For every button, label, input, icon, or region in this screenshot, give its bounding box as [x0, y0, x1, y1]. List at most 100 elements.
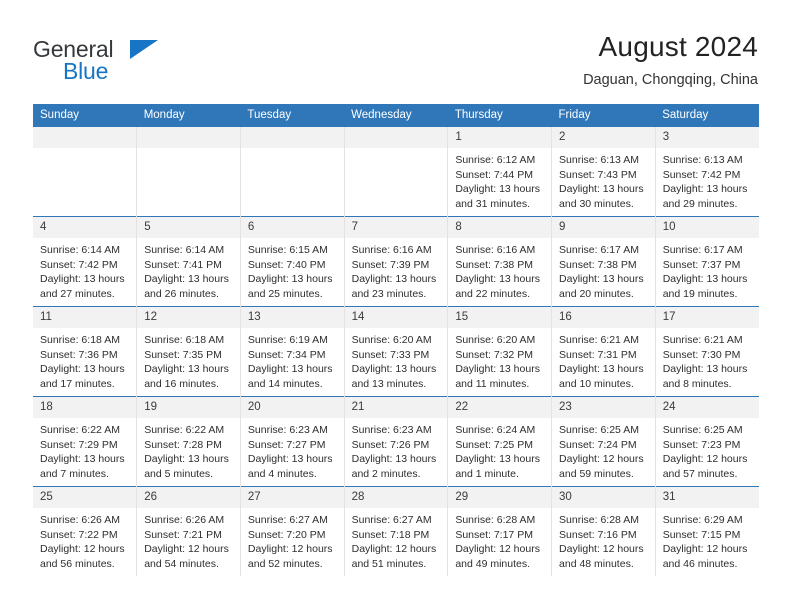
calendar-day-cell[interactable]: 29 Sunrise: 6:28 AM Sunset: 7:17 PM Dayligh…: [447, 486, 553, 576]
calendar-day-cell[interactable]: 20 Sunrise: 6:23 AM Sunset: 7:27 PM Dayligh…: [240, 396, 345, 487]
calendar-day-cell[interactable]: 26 Sunrise: 6:26 AM Sunset: 7:21 PM Dayligh…: [136, 486, 241, 576]
day-number: 26: [137, 487, 240, 508]
daylight-duration-line2: and 4 minutes.: [247, 467, 317, 480]
daylight-duration-line1: Daylight: 13 hours: [662, 273, 748, 286]
day-details: Sunrise: 6:23 AM Sunset: 7:26 PM Daylight:…: [345, 418, 448, 481]
page-header: General Blue August 2024 Daguan, Chongqi…: [0, 0, 792, 100]
daylight-duration-line2: and 16 minutes.: [144, 377, 219, 390]
sunrise-time: Sunrise: 6:20 AM: [351, 334, 432, 346]
calendar-day-cell-empty: [240, 127, 345, 217]
daylight-duration-line2: and 52 minutes.: [247, 557, 323, 570]
day-details: Sunrise: 6:27 AM Sunset: 7:18 PM Daylight:…: [345, 508, 448, 571]
daylight-duration-line1: Daylight: 13 hours: [559, 273, 644, 286]
sunset-time: Sunset: 7:25 PM: [455, 438, 533, 451]
daylight-duration-line2: and 30 minutes.: [559, 197, 634, 210]
calendar-day-cell[interactable]: 15 Sunrise: 6:20 AM Sunset: 7:32 PM Dayligh…: [447, 306, 553, 397]
calendar-day-cell[interactable]: 2 Sunrise: 6:13 AM Sunset: 7:43 PM Daylight…: [551, 127, 656, 217]
calendar-day-cell[interactable]: 12 Sunrise: 6:18 AM Sunset: 7:35 PM Dayligh…: [136, 306, 241, 397]
calendar-day-cell[interactable]: 11 Sunrise: 6:18 AM Sunset: 7:36 PM Dayligh…: [33, 306, 138, 397]
daylight-duration-line1: Daylight: 13 hours: [559, 363, 644, 376]
day-number: 1: [448, 127, 552, 148]
calendar-day-cell[interactable]: 17 Sunrise: 6:21 AM Sunset: 7:30 PM Dayligh…: [655, 306, 759, 397]
daylight-duration-line2: and 7 minutes.: [40, 467, 109, 480]
calendar-day-cell[interactable]: 30 Sunrise: 6:28 AM Sunset: 7:16 PM Dayligh…: [551, 486, 656, 576]
day-details: Sunrise: 6:23 AM Sunset: 7:27 PM Daylight:…: [241, 418, 344, 481]
day-number: 10: [655, 217, 759, 238]
calendar-day-cell[interactable]: 19 Sunrise: 6:22 AM Sunset: 7:28 PM Dayligh…: [136, 396, 241, 487]
calendar-day-cell[interactable]: 9 Sunrise: 6:17 AM Sunset: 7:38 PM Daylight…: [551, 216, 656, 307]
daylight-duration-line2: and 46 minutes.: [662, 557, 738, 570]
daylight-duration-line2: and 26 minutes.: [144, 287, 219, 300]
day-number: 12: [137, 307, 240, 328]
calendar-day-cell[interactable]: 5 Sunrise: 6:14 AM Sunset: 7:41 PM Daylight…: [136, 216, 241, 307]
sunset-time: Sunset: 7:16 PM: [559, 528, 637, 541]
calendar-day-cell[interactable]: 18 Sunrise: 6:22 AM Sunset: 7:29 PM Dayligh…: [33, 396, 138, 487]
day-number: 24: [655, 397, 759, 418]
daylight-duration-line2: and 5 minutes.: [144, 467, 214, 480]
daylight-duration-line1: Daylight: 13 hours: [351, 273, 437, 286]
sunset-time: Sunset: 7:18 PM: [351, 528, 430, 541]
day-details: Sunrise: 6:21 AM Sunset: 7:31 PM Daylight:…: [552, 328, 655, 391]
day-number: 28: [344, 487, 448, 508]
calendar-day-cell[interactable]: 3 Sunrise: 6:13 AM Sunset: 7:42 PM Daylight…: [655, 127, 759, 217]
day-number: [33, 127, 137, 148]
calendar-day-cell[interactable]: 25 Sunrise: 6:26 AM Sunset: 7:22 PM Dayligh…: [33, 486, 138, 576]
calendar-day-cell[interactable]: 8 Sunrise: 6:16 AM Sunset: 7:38 PM Daylight…: [447, 216, 553, 307]
daylight-duration-line2: and 48 minutes.: [559, 557, 634, 570]
calendar-day-cell[interactable]: 1 Sunrise: 6:12 AM Sunset: 7:44 PM Daylight…: [447, 127, 553, 217]
sunrise-time: Sunrise: 6:25 AM: [559, 424, 639, 436]
sunset-time: Sunset: 7:44 PM: [455, 168, 533, 181]
daylight-duration-line1: Daylight: 13 hours: [144, 273, 229, 286]
sunset-time: Sunset: 7:42 PM: [662, 168, 741, 181]
calendar-day-cell[interactable]: 4 Sunrise: 6:14 AM Sunset: 7:42 PM Daylight…: [33, 216, 138, 307]
calendar-day-cell[interactable]: 27 Sunrise: 6:27 AM Sunset: 7:20 PM Dayligh…: [240, 486, 345, 576]
sunset-time: Sunset: 7:38 PM: [455, 258, 533, 271]
weekday-header-thursday: Thursday: [447, 104, 552, 127]
daylight-duration-line2: and 23 minutes.: [351, 287, 427, 300]
day-number: 8: [448, 217, 552, 238]
sunrise-time: Sunrise: 6:26 AM: [40, 514, 120, 526]
day-number: 15: [448, 307, 552, 328]
sunset-time: Sunset: 7:26 PM: [351, 438, 430, 451]
sunrise-time: Sunrise: 6:28 AM: [559, 514, 639, 526]
daylight-duration-line1: Daylight: 12 hours: [144, 543, 229, 556]
calendar-day-cell[interactable]: 13 Sunrise: 6:19 AM Sunset: 7:34 PM Dayligh…: [240, 306, 345, 397]
sunrise-time: Sunrise: 6:12 AM: [455, 154, 536, 166]
weekday-header-sunday: Sunday: [33, 104, 137, 127]
day-number: 3: [655, 127, 759, 148]
calendar-day-cell[interactable]: 21 Sunrise: 6:23 AM Sunset: 7:26 PM Dayligh…: [344, 396, 449, 487]
day-details: Sunrise: 6:25 AM Sunset: 7:24 PM Daylight:…: [552, 418, 655, 481]
sunset-time: Sunset: 7:17 PM: [455, 528, 533, 541]
calendar-day-cell-empty: [33, 127, 138, 217]
sunset-time: Sunset: 7:35 PM: [144, 348, 222, 361]
day-number: 11: [33, 307, 137, 328]
calendar-day-cell[interactable]: 7 Sunrise: 6:16 AM Sunset: 7:39 PM Daylight…: [344, 216, 449, 307]
title-block: August 2024 Daguan, Chongqing, China: [583, 30, 758, 90]
day-number: 22: [448, 397, 552, 418]
sunrise-time: Sunrise: 6:29 AM: [662, 514, 743, 526]
daylight-duration-line2: and 27 minutes.: [40, 287, 115, 300]
sunrise-time: Sunrise: 6:18 AM: [144, 334, 225, 346]
sunrise-time: Sunrise: 6:15 AM: [247, 244, 328, 256]
day-number: 29: [448, 487, 552, 508]
calendar-day-cell[interactable]: 10 Sunrise: 6:17 AM Sunset: 7:37 PM Dayligh…: [655, 216, 759, 307]
brand-logo[interactable]: General Blue: [33, 36, 273, 86]
calendar-day-cell[interactable]: 31 Sunrise: 6:29 AM Sunset: 7:15 PM Dayligh…: [655, 486, 759, 576]
calendar-day-cell[interactable]: 24 Sunrise: 6:25 AM Sunset: 7:23 PM Dayligh…: [655, 396, 759, 487]
calendar-day-cell[interactable]: 23 Sunrise: 6:25 AM Sunset: 7:24 PM Dayligh…: [551, 396, 656, 487]
daylight-duration-line2: and 49 minutes.: [455, 557, 531, 570]
sunrise-time: Sunrise: 6:19 AM: [247, 334, 328, 346]
daylight-duration-line2: and 59 minutes.: [559, 467, 634, 480]
sunrise-time: Sunrise: 6:27 AM: [247, 514, 328, 526]
calendar-day-cell[interactable]: 16 Sunrise: 6:21 AM Sunset: 7:31 PM Dayligh…: [551, 306, 656, 397]
daylight-duration-line1: Daylight: 13 hours: [455, 273, 540, 286]
calendar-day-cell[interactable]: 22 Sunrise: 6:24 AM Sunset: 7:25 PM Dayligh…: [447, 396, 553, 487]
daylight-duration-line1: Daylight: 13 hours: [455, 363, 540, 376]
day-details: Sunrise: 6:26 AM Sunset: 7:22 PM Daylight:…: [33, 508, 136, 571]
calendar-day-cell[interactable]: 14 Sunrise: 6:20 AM Sunset: 7:33 PM Dayligh…: [344, 306, 449, 397]
calendar-day-cell[interactable]: 28 Sunrise: 6:27 AM Sunset: 7:18 PM Dayligh…: [344, 486, 449, 576]
calendar-header-row: Sunday Monday Tuesday Wednesday Thursday Frid…: [33, 104, 759, 127]
calendar-table: Sunday Monday Tuesday Wednesday Thursday Frid…: [33, 104, 759, 576]
calendar-body: 1 Sunrise: 6:12 AM Sunset: 7:44 PM Daylight…: [33, 127, 759, 576]
calendar-day-cell[interactable]: 6 Sunrise: 6:15 AM Sunset: 7:40 PM Daylight…: [240, 216, 345, 307]
